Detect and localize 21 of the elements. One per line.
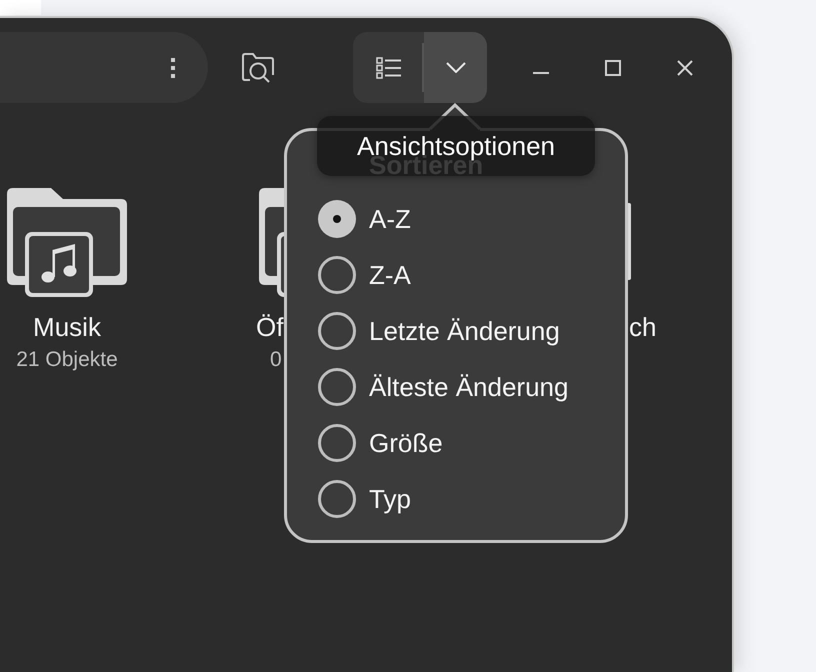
list-view-button[interactable] bbox=[353, 32, 424, 103]
music-folder-icon[interactable] bbox=[7, 188, 127, 298]
folder-name: ch bbox=[628, 312, 656, 342]
sort-option[interactable]: Letzte Änderung bbox=[318, 303, 560, 359]
minimize-icon bbox=[533, 72, 549, 74]
sort-option[interactable]: Älteste Änderung bbox=[318, 359, 568, 415]
folder-search-icon bbox=[242, 52, 274, 82]
sort-option[interactable]: Größe bbox=[318, 415, 443, 471]
item-count: 0 bbox=[269, 347, 282, 373]
sort-option[interactable]: Z-A bbox=[318, 247, 411, 303]
list-icon bbox=[376, 56, 402, 78]
folder-name: Musik bbox=[33, 312, 101, 342]
folder-icon[interactable] bbox=[259, 188, 284, 298]
close-icon bbox=[677, 60, 693, 76]
item-count: 21 Objekte bbox=[16, 347, 118, 373]
folder-name: Öf bbox=[256, 312, 284, 342]
sort-option[interactable]: A-Z bbox=[318, 191, 411, 247]
maximize-icon bbox=[605, 60, 621, 76]
sort-option[interactable]: Typ bbox=[318, 471, 411, 527]
chevron-down-icon bbox=[446, 62, 466, 73]
vertical-dots-icon bbox=[171, 58, 175, 78]
